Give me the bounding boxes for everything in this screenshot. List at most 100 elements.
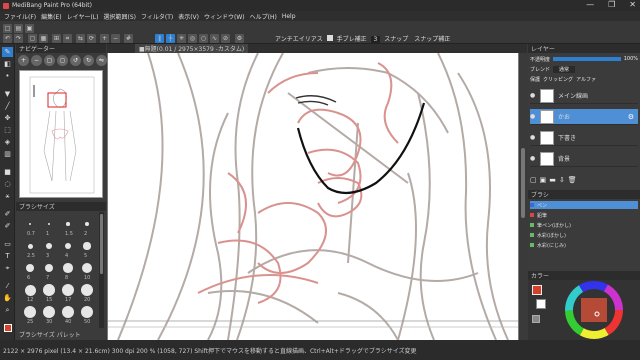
background-color[interactable] (536, 299, 546, 309)
snap-settings-icon[interactable]: ⚙ (235, 34, 244, 43)
brush-size-dot[interactable] (81, 262, 93, 274)
brush-size-dot[interactable] (64, 242, 72, 250)
new-file-icon[interactable]: □ (3, 24, 12, 33)
canvas-vertical-scrollbar[interactable] (519, 53, 527, 340)
brush-list-item[interactable]: 水彩(にじみ) (530, 241, 638, 249)
foreground-color[interactable] (532, 285, 542, 295)
nav-flip-icon[interactable]: ⇋ (96, 55, 107, 66)
dot-tool-icon[interactable]: • (2, 71, 13, 81)
new-layer-icon[interactable]: ▢ (530, 176, 537, 186)
alpha-label[interactable]: アルファ (576, 76, 596, 83)
transparent-color[interactable] (532, 315, 540, 323)
brush-size-dot[interactable] (81, 306, 93, 318)
select-eraser-icon[interactable]: ✐ (2, 221, 13, 231)
brush-size-dot[interactable] (43, 284, 55, 296)
canvas-scroll-thumb[interactable] (521, 148, 525, 218)
nav-actual-size-icon[interactable]: ◻ (57, 55, 68, 66)
crop-icon[interactable]: ⌗ (63, 34, 72, 43)
flip-icon[interactable]: ⇆ (76, 34, 85, 43)
nav-fit-icon[interactable]: ▢ (44, 55, 55, 66)
protect-label[interactable]: 保護 (530, 76, 540, 83)
brush-list-item[interactable]: 水彩(ぼかし) (530, 231, 638, 239)
shape-tool-icon[interactable]: ■ (2, 167, 13, 177)
snap-vanish-icon[interactable]: ✳ (177, 34, 186, 43)
brush-size-dot[interactable] (26, 264, 34, 272)
save-icon[interactable]: ▣ (25, 24, 34, 33)
merge-down-icon[interactable]: ⇩ (559, 176, 565, 186)
snap-off-icon[interactable]: ⊘ (221, 34, 230, 43)
blend-select[interactable]: 通常 (553, 65, 576, 73)
antialias-checkbox[interactable] (326, 35, 333, 41)
brush-size-dot[interactable] (44, 263, 54, 273)
grid-icon[interactable]: # (124, 34, 133, 43)
hand-tool-icon[interactable]: ✋ (2, 293, 13, 303)
visibility-eye-icon[interactable]: ● (530, 155, 538, 162)
menu-edit[interactable]: 編集(E) (41, 12, 61, 21)
divide-tool-icon[interactable]: ▭ (2, 239, 13, 249)
undo-icon[interactable]: ↶ (3, 34, 12, 43)
visibility-eye-icon[interactable]: ● (530, 134, 538, 141)
deselect-icon[interactable]: ▢ (28, 34, 37, 43)
eyedropper-tool-icon[interactable]: ⁄ (2, 281, 13, 291)
brush-size-dot[interactable] (24, 306, 36, 318)
brush-size-dot[interactable] (24, 284, 36, 296)
menu-window[interactable]: ウィンドウ(W) (204, 12, 245, 21)
eraser-tool-icon[interactable]: ◧ (2, 59, 13, 69)
menu-file[interactable]: ファイル(F) (4, 12, 36, 21)
brush-panel-scrollbar[interactable] (99, 212, 104, 328)
select-pen-icon[interactable]: ✐ (2, 209, 13, 219)
redo-icon[interactable]: ↷ (14, 34, 23, 43)
wand-tool-icon[interactable]: ⚹ (2, 191, 13, 201)
select-tool-icon[interactable]: ⬚ (2, 125, 13, 135)
snap-curve-icon[interactable]: ∿ (210, 34, 219, 43)
move-tool-icon[interactable]: ✥ (2, 113, 13, 123)
brush-size-dot[interactable] (62, 284, 74, 296)
layer-row[interactable]: ● かお ⚙ (530, 109, 638, 125)
brush-size-dot[interactable] (43, 306, 55, 318)
menu-layer[interactable]: レイヤー(L) (67, 12, 99, 21)
gradient-tool-icon[interactable]: ▥ (2, 149, 13, 159)
duplicate-layer-icon[interactable]: ▣ (540, 176, 547, 186)
folder-icon[interactable]: ▬ (549, 176, 556, 186)
nav-rotate-left-icon[interactable]: ↺ (70, 55, 81, 66)
brush-size-dot[interactable] (29, 223, 31, 225)
brush-list-item[interactable]: 鉛筆 (530, 211, 638, 219)
correction-value[interactable]: 3 (370, 36, 381, 43)
menu-help[interactable]: ヘルプ(H) (250, 12, 277, 21)
layer-row[interactable]: ● 背景 (530, 151, 638, 167)
brush-size-dot[interactable] (66, 222, 70, 226)
layer-row[interactable]: ● メイン線画 (530, 88, 638, 104)
line-tool-icon[interactable]: ╱ (2, 101, 13, 111)
clipping-label[interactable]: クリッピング (543, 76, 573, 83)
delete-layer-icon[interactable]: 🗑 (568, 176, 577, 186)
brush-tool-icon[interactable]: ✎ (2, 47, 13, 57)
visibility-eye-icon[interactable]: ● (530, 113, 538, 120)
color-swatch-icon[interactable] (2, 323, 13, 333)
brush-size-dot[interactable] (27, 243, 33, 249)
brush-size-dot[interactable] (84, 221, 90, 227)
visibility-eye-icon[interactable]: ● (530, 92, 538, 99)
snap-cross-icon[interactable]: ┼ (166, 34, 175, 43)
brush-size-dot[interactable] (47, 222, 51, 226)
brush-size-dot[interactable] (81, 284, 93, 296)
menu-filter[interactable]: フィルタ(T) (141, 12, 173, 21)
snap-parallel-icon[interactable]: ∥ (155, 34, 164, 43)
brush-size-dot[interactable] (62, 306, 74, 318)
snap-circle-icon[interactable]: ○ (199, 34, 208, 43)
layer-settings-icon[interactable]: ⚙ (628, 113, 634, 121)
nav-zoom-out-icon[interactable]: − (31, 55, 42, 66)
brush-list-item[interactable]: ペン (530, 201, 638, 209)
open-file-icon[interactable]: ▤ (14, 24, 23, 33)
snap-radial-icon[interactable]: ◎ (188, 34, 197, 43)
brush-size-dot[interactable] (63, 263, 73, 273)
menu-view[interactable]: 表示(V) (178, 12, 199, 21)
color-wheel[interactable] (564, 281, 624, 339)
menu-select[interactable]: 選択範囲(S) (103, 12, 136, 21)
menu-help-en[interactable]: Help (282, 13, 296, 20)
layer-row[interactable]: ● 下書き (530, 130, 638, 146)
text-tool-icon[interactable]: T (2, 251, 13, 261)
minimize-button[interactable]: — (586, 0, 594, 9)
lasso-tool-icon[interactable]: ◌ (2, 179, 13, 189)
zoom-out-icon[interactable]: − (111, 34, 120, 43)
nav-rotate-right-icon[interactable]: ↻ (83, 55, 94, 66)
